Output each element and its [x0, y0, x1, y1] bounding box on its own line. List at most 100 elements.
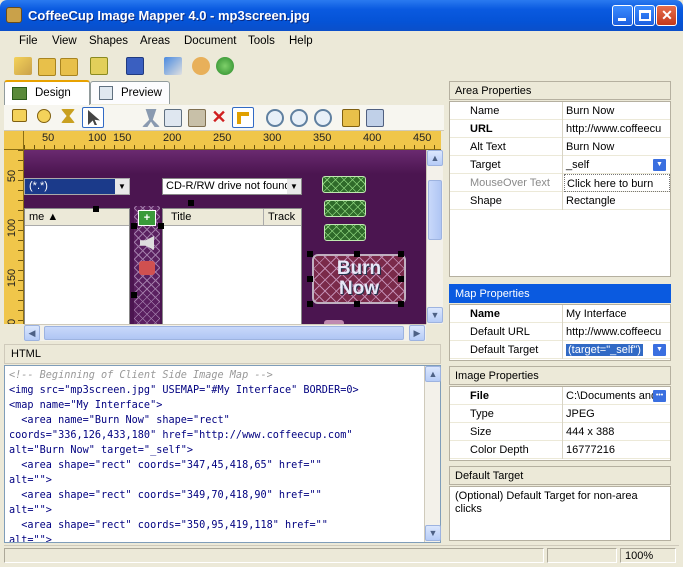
area-properties-header[interactable]: Area Properties: [449, 81, 671, 100]
menu-areas[interactable]: Areas: [140, 35, 170, 47]
menu-document[interactable]: Document: [184, 35, 236, 47]
paste-icon[interactable]: [188, 109, 206, 127]
maximize-button[interactable]: [634, 5, 655, 26]
cut-icon[interactable]: [142, 109, 160, 127]
polygon-handle[interactable]: [188, 200, 194, 206]
add-icon: +: [138, 210, 156, 226]
property-row[interactable]: Size 444 x 388: [450, 423, 670, 441]
dropdown-arrow-icon[interactable]: ▼: [653, 344, 666, 356]
scroll-thumb[interactable]: [428, 180, 442, 240]
copy-icon[interactable]: [164, 109, 182, 127]
property-value[interactable]: http://www.coffeecu: [564, 323, 670, 341]
property-row[interactable]: Name Burn Now: [450, 102, 670, 120]
open-folder-icon[interactable]: [38, 58, 56, 76]
polygon-handle[interactable]: [131, 292, 137, 298]
canvas-button-save[interactable]: [322, 176, 366, 193]
menu-view[interactable]: View: [52, 35, 77, 47]
html-code-editor[interactable]: <!-- Beginning of Client Side Image Map …: [4, 365, 441, 543]
selection-handle[interactable]: [398, 251, 404, 257]
map-props-icon[interactable]: [366, 109, 384, 127]
scroll-left-icon[interactable]: ◀: [24, 325, 40, 341]
close-button[interactable]: ✕: [656, 5, 677, 26]
property-row[interactable]: Target _self ▼: [450, 156, 670, 174]
property-row[interactable]: Color Depth 16777216: [450, 441, 670, 459]
property-value[interactable]: _self ▼: [564, 156, 670, 174]
selection-handle[interactable]: [307, 301, 313, 307]
image-props-icon[interactable]: [342, 109, 360, 127]
snap-tool-icon[interactable]: [232, 107, 254, 128]
property-row[interactable]: Default URL http://www.coffeecu: [450, 323, 670, 341]
selection-handle[interactable]: [398, 301, 404, 307]
selection-handle[interactable]: [307, 276, 313, 282]
property-value[interactable]: 16777216: [564, 441, 670, 459]
cup-icon[interactable]: [192, 57, 210, 75]
selection-handle[interactable]: [354, 301, 360, 307]
polygon-handle[interactable]: [131, 223, 137, 229]
open-recent-icon[interactable]: [60, 58, 78, 76]
image-canvas[interactable]: (*.*) ▼ CD-R/RW drive not found ▼ me ▲ Tit…: [24, 150, 426, 324]
property-row[interactable]: Default Target (target="_self") ▼: [450, 341, 670, 359]
tab-preview[interactable]: Preview: [90, 81, 170, 104]
property-value[interactable]: Burn Now: [564, 102, 670, 120]
zoom-in-icon[interactable]: [266, 109, 284, 127]
menu-shapes[interactable]: Shapes: [89, 35, 128, 47]
property-row[interactable]: URL http://www.coffeecu: [450, 120, 670, 138]
publish-icon[interactable]: [164, 57, 182, 75]
property-value[interactable]: Burn Now: [564, 138, 670, 156]
tab-design[interactable]: Design: [4, 80, 90, 105]
polygon-handle[interactable]: [93, 206, 99, 212]
property-value[interactable]: 444 x 388: [564, 423, 670, 441]
map-properties-header[interactable]: Map Properties: [449, 284, 671, 303]
property-row[interactable]: File C:\Documents and •••: [450, 387, 670, 405]
image-properties-header[interactable]: Image Properties: [449, 366, 671, 385]
canvas-button-load[interactable]: [324, 200, 366, 217]
wizard-icon[interactable]: [14, 57, 32, 75]
property-value[interactable]: C:\Documents and •••: [564, 387, 670, 405]
zoom-fit-icon[interactable]: [314, 109, 332, 127]
canvas-button-clear[interactable]: [324, 224, 366, 241]
burn-now-area[interactable]: Burn Now: [312, 254, 406, 304]
property-row[interactable]: Type JPEG: [450, 405, 670, 423]
property-value[interactable]: My Interface: [564, 305, 670, 323]
property-value[interactable]: http://www.coffeecu: [564, 120, 670, 138]
web-icon[interactable]: [216, 57, 234, 75]
browse-ellipsis-button[interactable]: •••: [653, 390, 666, 402]
code-vertical-scrollbar[interactable]: ▲ ▼: [424, 366, 441, 542]
property-value[interactable]: (target="_self") ▼: [564, 341, 670, 359]
selection-handle[interactable]: [307, 251, 313, 257]
import-icon[interactable]: [90, 57, 108, 75]
save-icon[interactable]: [126, 57, 144, 75]
dropdown-arrow-icon[interactable]: ▼: [653, 159, 666, 171]
canvas-horizontal-scrollbar[interactable]: ◀ ▶: [24, 324, 426, 341]
scroll-thumb[interactable]: [44, 326, 404, 340]
circle-tool-icon[interactable]: [37, 109, 51, 123]
selection-handle[interactable]: [354, 251, 360, 257]
property-row[interactable]: MouseOver Text Click here to burn: [450, 174, 670, 192]
select-tool-icon[interactable]: [82, 107, 104, 128]
minimize-button[interactable]: [612, 5, 633, 26]
property-value[interactable]: Click here to burn: [564, 174, 670, 192]
menu-tools[interactable]: Tools: [248, 35, 275, 47]
scroll-up-icon[interactable]: ▲: [425, 366, 441, 382]
polygon-handle[interactable]: [158, 223, 164, 229]
delete-icon[interactable]: ✕: [210, 108, 228, 127]
zoom-out-icon[interactable]: [290, 109, 308, 127]
property-name: Alt Text: [450, 138, 563, 156]
scroll-right-icon[interactable]: ▶: [409, 325, 425, 341]
menu-help[interactable]: Help: [289, 35, 313, 47]
property-value[interactable]: JPEG: [564, 405, 670, 423]
property-row[interactable]: Alt Text Burn Now: [450, 138, 670, 156]
polygon-tool-icon[interactable]: [61, 109, 75, 123]
canvas-vertical-scrollbar[interactable]: ▲ ▼: [426, 150, 443, 324]
image-properties-grid: File C:\Documents and ••• Type JPEG Size 444 x…: [449, 386, 671, 461]
property-row[interactable]: Shape Rectangle: [450, 192, 670, 210]
scroll-up-icon[interactable]: ▲: [427, 150, 443, 166]
scroll-down-icon[interactable]: ▼: [425, 525, 441, 541]
property-row[interactable]: Name My Interface: [450, 305, 670, 323]
selection-handle[interactable]: [398, 276, 404, 282]
menu-file[interactable]: File: [19, 35, 38, 47]
scroll-down-icon[interactable]: ▼: [427, 307, 443, 323]
area-toolbar-hatched[interactable]: +: [134, 206, 160, 324]
rect-tool-icon[interactable]: [12, 109, 27, 122]
property-value[interactable]: Rectangle: [564, 192, 670, 210]
